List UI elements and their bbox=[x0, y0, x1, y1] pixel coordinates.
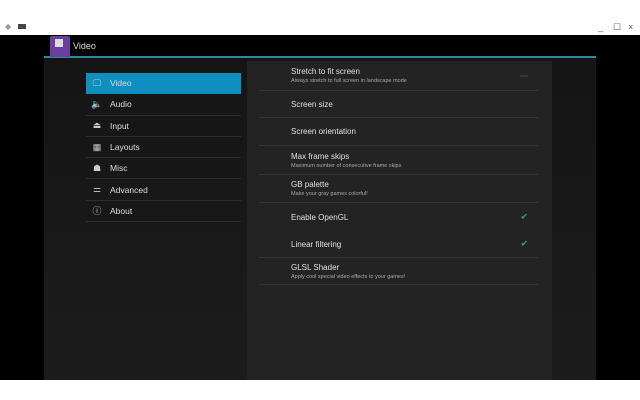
video-icon: 🖵 bbox=[92, 77, 102, 88]
settings-nav: 🖵 Video 🔈 Audio ⏏ Input ▦ Layouts ☗ Misc ⚌ Advanced… bbox=[86, 73, 241, 223]
minimize-button[interactable]: _ bbox=[598, 22, 603, 32]
setting-title: Enable OpenGL bbox=[291, 212, 349, 222]
nav-item-video[interactable]: 🖵 Video bbox=[86, 73, 241, 95]
maximize-button[interactable]: ☐ bbox=[613, 22, 621, 33]
nav-item-label: Advanced bbox=[110, 184, 148, 195]
back-icon[interactable]: ◆ bbox=[5, 22, 11, 31]
setting-glsl-shader[interactable]: GLSL Shader Apply cool special video effe… bbox=[259, 258, 538, 285]
setting-linear-filtering[interactable]: Linear filtering ✔ bbox=[259, 231, 538, 258]
setting-summary: Make your gray games colorful! bbox=[291, 191, 368, 197]
settings-app: Video 🖵 Video 🔈 Audio ⏏ Input ▦ Layouts ☗ Misc ⚌ Ad… bbox=[44, 35, 596, 380]
setting-gb-palette[interactable]: GB palette Make your gray games colorful! bbox=[259, 175, 538, 203]
about-icon: ⓘ bbox=[92, 206, 102, 217]
nav-item-advanced[interactable]: ⚌ Advanced bbox=[86, 179, 241, 201]
setting-summary: Apply cool special video effects to your… bbox=[291, 273, 406, 280]
action-bar: Video bbox=[44, 35, 596, 58]
nav-item-label: Misc bbox=[110, 163, 128, 174]
app-screen: Video 🖵 Video 🔈 Audio ⏏ Input ▦ Layouts ☗ Misc ⚌ Ad… bbox=[0, 35, 640, 380]
setting-max-frame-skips[interactable]: Max frame skips Maximum number of consecu… bbox=[259, 146, 538, 175]
settings-panel: Stretch to fit screen Always stretch to f… bbox=[247, 61, 552, 380]
nav-item-misc[interactable]: ☗ Misc bbox=[86, 158, 241, 180]
setting-summary: Maximum number of consecutive frame skip… bbox=[291, 162, 402, 169]
setting-title: Max frame skips bbox=[291, 151, 350, 161]
close-button[interactable]: × bbox=[628, 22, 633, 32]
setting-screen-orientation[interactable]: Screen orientation bbox=[259, 118, 538, 146]
setting-title: GB palette bbox=[291, 180, 329, 189]
app-window-icon bbox=[18, 24, 26, 29]
app-logo-icon[interactable] bbox=[50, 36, 70, 57]
nav-item-label: Audio bbox=[110, 99, 132, 110]
layouts-icon: ▦ bbox=[92, 141, 102, 152]
setting-summary: Always stretch to full screen in landsca… bbox=[291, 78, 407, 84]
setting-stretch-to-fit-screen[interactable]: Stretch to fit screen Always stretch to f… bbox=[259, 61, 538, 91]
checkbox-unchecked[interactable] bbox=[520, 75, 528, 76]
setting-title: Linear filtering bbox=[291, 239, 342, 249]
checkbox-checked-icon[interactable]: ✔ bbox=[520, 239, 528, 250]
nav-item-about[interactable]: ⓘ About bbox=[86, 201, 241, 223]
setting-screen-size[interactable]: Screen size bbox=[259, 91, 538, 118]
misc-icon: ☗ bbox=[92, 162, 102, 173]
setting-title: Stretch to fit screen bbox=[291, 67, 360, 76]
setting-title: Screen orientation bbox=[291, 127, 356, 136]
nav-item-layouts[interactable]: ▦ Layouts bbox=[86, 137, 241, 159]
setting-title: Screen size bbox=[291, 99, 333, 109]
audio-icon: 🔈 bbox=[91, 98, 103, 109]
page-title: Video bbox=[73, 41, 96, 51]
setting-title: GLSL Shader bbox=[291, 262, 340, 272]
checkbox-checked-icon[interactable]: ✔ bbox=[520, 212, 528, 223]
nav-item-audio[interactable]: 🔈 Audio bbox=[86, 94, 241, 116]
nav-item-label: Input bbox=[110, 120, 129, 131]
nav-item-input[interactable]: ⏏ Input bbox=[86, 116, 241, 137]
input-icon: ⏏ bbox=[92, 120, 102, 131]
nav-item-label: Video bbox=[110, 78, 132, 89]
window-titlebar: ◆ _ ☐ × bbox=[0, 0, 640, 35]
nav-item-label: About bbox=[110, 205, 133, 216]
nav-item-label: Layouts bbox=[110, 142, 140, 153]
advanced-icon: ⚌ bbox=[92, 184, 102, 195]
setting-enable-opengl[interactable]: Enable OpenGL ✔ bbox=[259, 203, 538, 231]
